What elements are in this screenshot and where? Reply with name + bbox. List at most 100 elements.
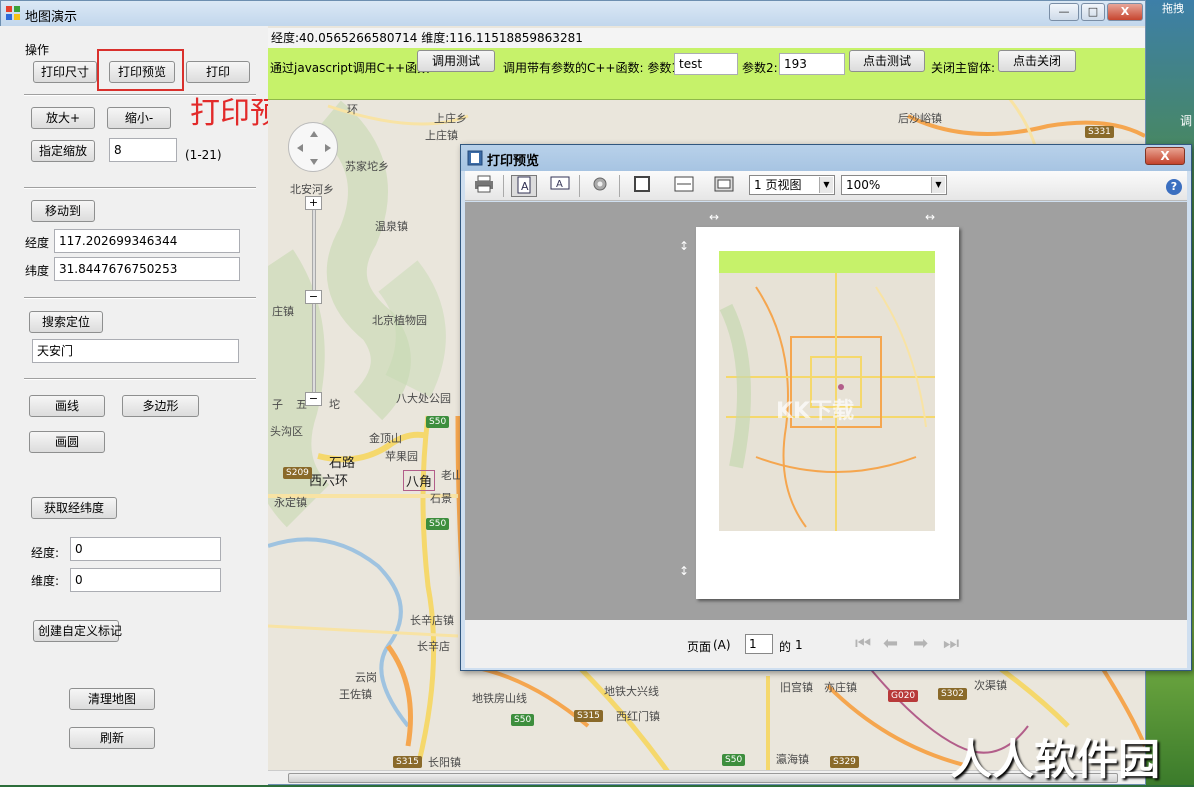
road-shield: S50 <box>511 714 535 726</box>
map-label: 环 <box>347 103 358 116</box>
draw-line-button[interactable]: 画线 <box>29 395 105 417</box>
zoom-level-input[interactable]: 8 <box>109 138 177 162</box>
map-label: 金顶山 <box>369 432 402 445</box>
margin-handle-icon[interactable]: ↔ <box>925 210 935 224</box>
margin-handle-icon[interactable]: ↕ <box>679 564 689 578</box>
page-accelerator: (A) <box>713 638 731 652</box>
full-page-icon[interactable] <box>629 175 655 197</box>
map-label: 地铁房山线 <box>472 692 527 705</box>
previous-page-icon[interactable]: ⬅ <box>883 633 898 654</box>
map-label: 苹果园 <box>385 450 418 463</box>
map-label: 瀛海镇 <box>776 753 809 766</box>
map-zoom-in-icon[interactable]: + <box>305 196 322 210</box>
refresh-button[interactable]: 刷新 <box>69 727 155 749</box>
map-label: 上庄镇 <box>425 129 458 142</box>
road-shield: S302 <box>938 688 967 700</box>
page-view-select[interactable]: 1 页视图 ▼ <box>749 175 835 195</box>
click-close-button[interactable]: 点击关闭 <box>998 50 1076 72</box>
page-number-input[interactable]: 1 <box>745 634 773 654</box>
road-shield: S315 <box>393 756 422 768</box>
js-call-label: 通过javascript调用C++函数: <box>270 61 434 75</box>
longitude-output[interactable]: 0 <box>70 537 221 561</box>
move-to-button[interactable]: 移动到 <box>31 200 95 222</box>
dialog-close-button[interactable]: X <box>1145 147 1185 165</box>
preview-page: KK下载 <box>696 227 959 599</box>
zoom-out-button[interactable]: 缩小- <box>107 107 171 129</box>
set-zoom-button[interactable]: 指定缩放 <box>31 140 95 162</box>
pan-arrows-icon <box>297 131 331 165</box>
map-label: 八角 <box>403 470 436 491</box>
map-label: 地铁大兴线 <box>604 685 659 698</box>
desktop-label: 拖拽 <box>1162 2 1184 15</box>
map-label: 八大处公园 <box>396 392 451 405</box>
custom-marker-button[interactable]: 创建自定义标记 <box>33 620 122 642</box>
road-shield: S329 <box>830 756 859 768</box>
preview-footer: 页面 (A) 1 的 1 ⏮ ⬅ ➡ ⏭ <box>465 620 1187 668</box>
road-shield: S50 <box>426 416 450 428</box>
print-size-button[interactable]: 打印尺寸 <box>33 61 97 83</box>
latitude-label: 纬度 <box>25 264 50 278</box>
dialog-title-bar[interactable]: 打印预览 X <box>461 145 1191 171</box>
map-label: 苏家坨乡 <box>345 160 389 173</box>
longitude-input[interactable]: 117.202699346344 <box>54 229 240 253</box>
landscape-icon[interactable]: A <box>547 175 573 197</box>
print-button[interactable]: 打印 <box>186 61 250 83</box>
page-view-value: 1 页视图 <box>754 178 802 192</box>
map-zoom-out-icon[interactable]: − <box>305 392 322 406</box>
portrait-icon[interactable]: A <box>511 175 537 197</box>
divider <box>24 187 256 189</box>
call-test-button[interactable]: 调用测试 <box>417 50 495 72</box>
margin-handle-icon[interactable]: ↔ <box>709 210 719 224</box>
divider <box>24 297 256 299</box>
first-page-icon[interactable]: ⏮ <box>855 633 871 654</box>
divider <box>24 378 256 380</box>
last-page-icon[interactable]: ⏭ <box>943 633 959 654</box>
shrink-to-fit-icon[interactable] <box>711 175 737 197</box>
page-label: 页面 <box>687 640 712 654</box>
latitude-input[interactable]: 31.8447676750253 <box>54 257 240 281</box>
close-button[interactable]: X <box>1107 3 1143 21</box>
map-label: 后沙峪镇 <box>898 112 942 125</box>
page-setup-gear-icon[interactable] <box>587 175 613 197</box>
map-label: 云岗 <box>355 671 377 684</box>
print-icon[interactable] <box>471 175 497 197</box>
preview-area[interactable]: ↔ ↔ ↕ ↕ KK下载 <box>465 202 1187 620</box>
margin-handle-icon[interactable]: ↕ <box>679 239 689 253</box>
toolbar-separator <box>619 175 620 197</box>
svg-text:A: A <box>556 179 563 190</box>
map-label: 西红门镇 <box>616 710 660 723</box>
clear-map-button[interactable]: 清理地图 <box>69 688 155 710</box>
longitude-label: 经度 <box>25 236 50 250</box>
get-coords-button[interactable]: 获取经纬度 <box>31 497 117 519</box>
minimize-button[interactable]: — <box>1049 3 1079 21</box>
divider <box>24 94 256 96</box>
next-page-icon[interactable]: ➡ <box>913 633 928 654</box>
map-pan-control[interactable] <box>288 122 338 172</box>
search-locate-button[interactable]: 搜索定位 <box>29 311 103 333</box>
zoom-slider-thumb[interactable]: − <box>305 290 322 304</box>
latitude-output[interactable]: 0 <box>70 568 221 592</box>
app-icon <box>6 6 20 20</box>
road-shield: G020 <box>888 690 919 702</box>
help-icon[interactable]: ? <box>1161 175 1187 197</box>
corner-watermark: 人人软件园 <box>950 735 1161 784</box>
dialog-title: 打印预览 <box>487 154 540 169</box>
click-test-button[interactable]: 点击测试 <box>849 50 925 72</box>
maximize-button[interactable]: □ <box>1081 3 1105 21</box>
polygon-button[interactable]: 多边形 <box>122 395 199 417</box>
fit-width-icon[interactable] <box>671 175 697 197</box>
map-label: 长辛店镇 <box>410 614 454 627</box>
zoom-select[interactable]: 100% ▼ <box>841 175 947 195</box>
draw-circle-button[interactable]: 画圆 <box>29 431 105 453</box>
param2-input[interactable]: 193 <box>779 53 845 75</box>
coordinate-readout: 经度:40.0565266580714 维度:116.1151885986328… <box>268 28 1145 48</box>
preview-toolbar: A A 1 页视图 ▼ 100% ▼ ? <box>465 171 1187 201</box>
search-input[interactable]: 天安门 <box>32 339 239 363</box>
road-shield: S315 <box>574 710 603 722</box>
param1-input[interactable]: test <box>674 53 738 75</box>
map-label: 王佐镇 <box>339 688 372 701</box>
map-label: 石路 <box>329 456 356 471</box>
zoom-in-button[interactable]: 放大+ <box>31 107 95 129</box>
map-label: 石景 <box>430 492 452 505</box>
title-bar[interactable]: 地图演示 — □ X <box>1 1 1145 27</box>
